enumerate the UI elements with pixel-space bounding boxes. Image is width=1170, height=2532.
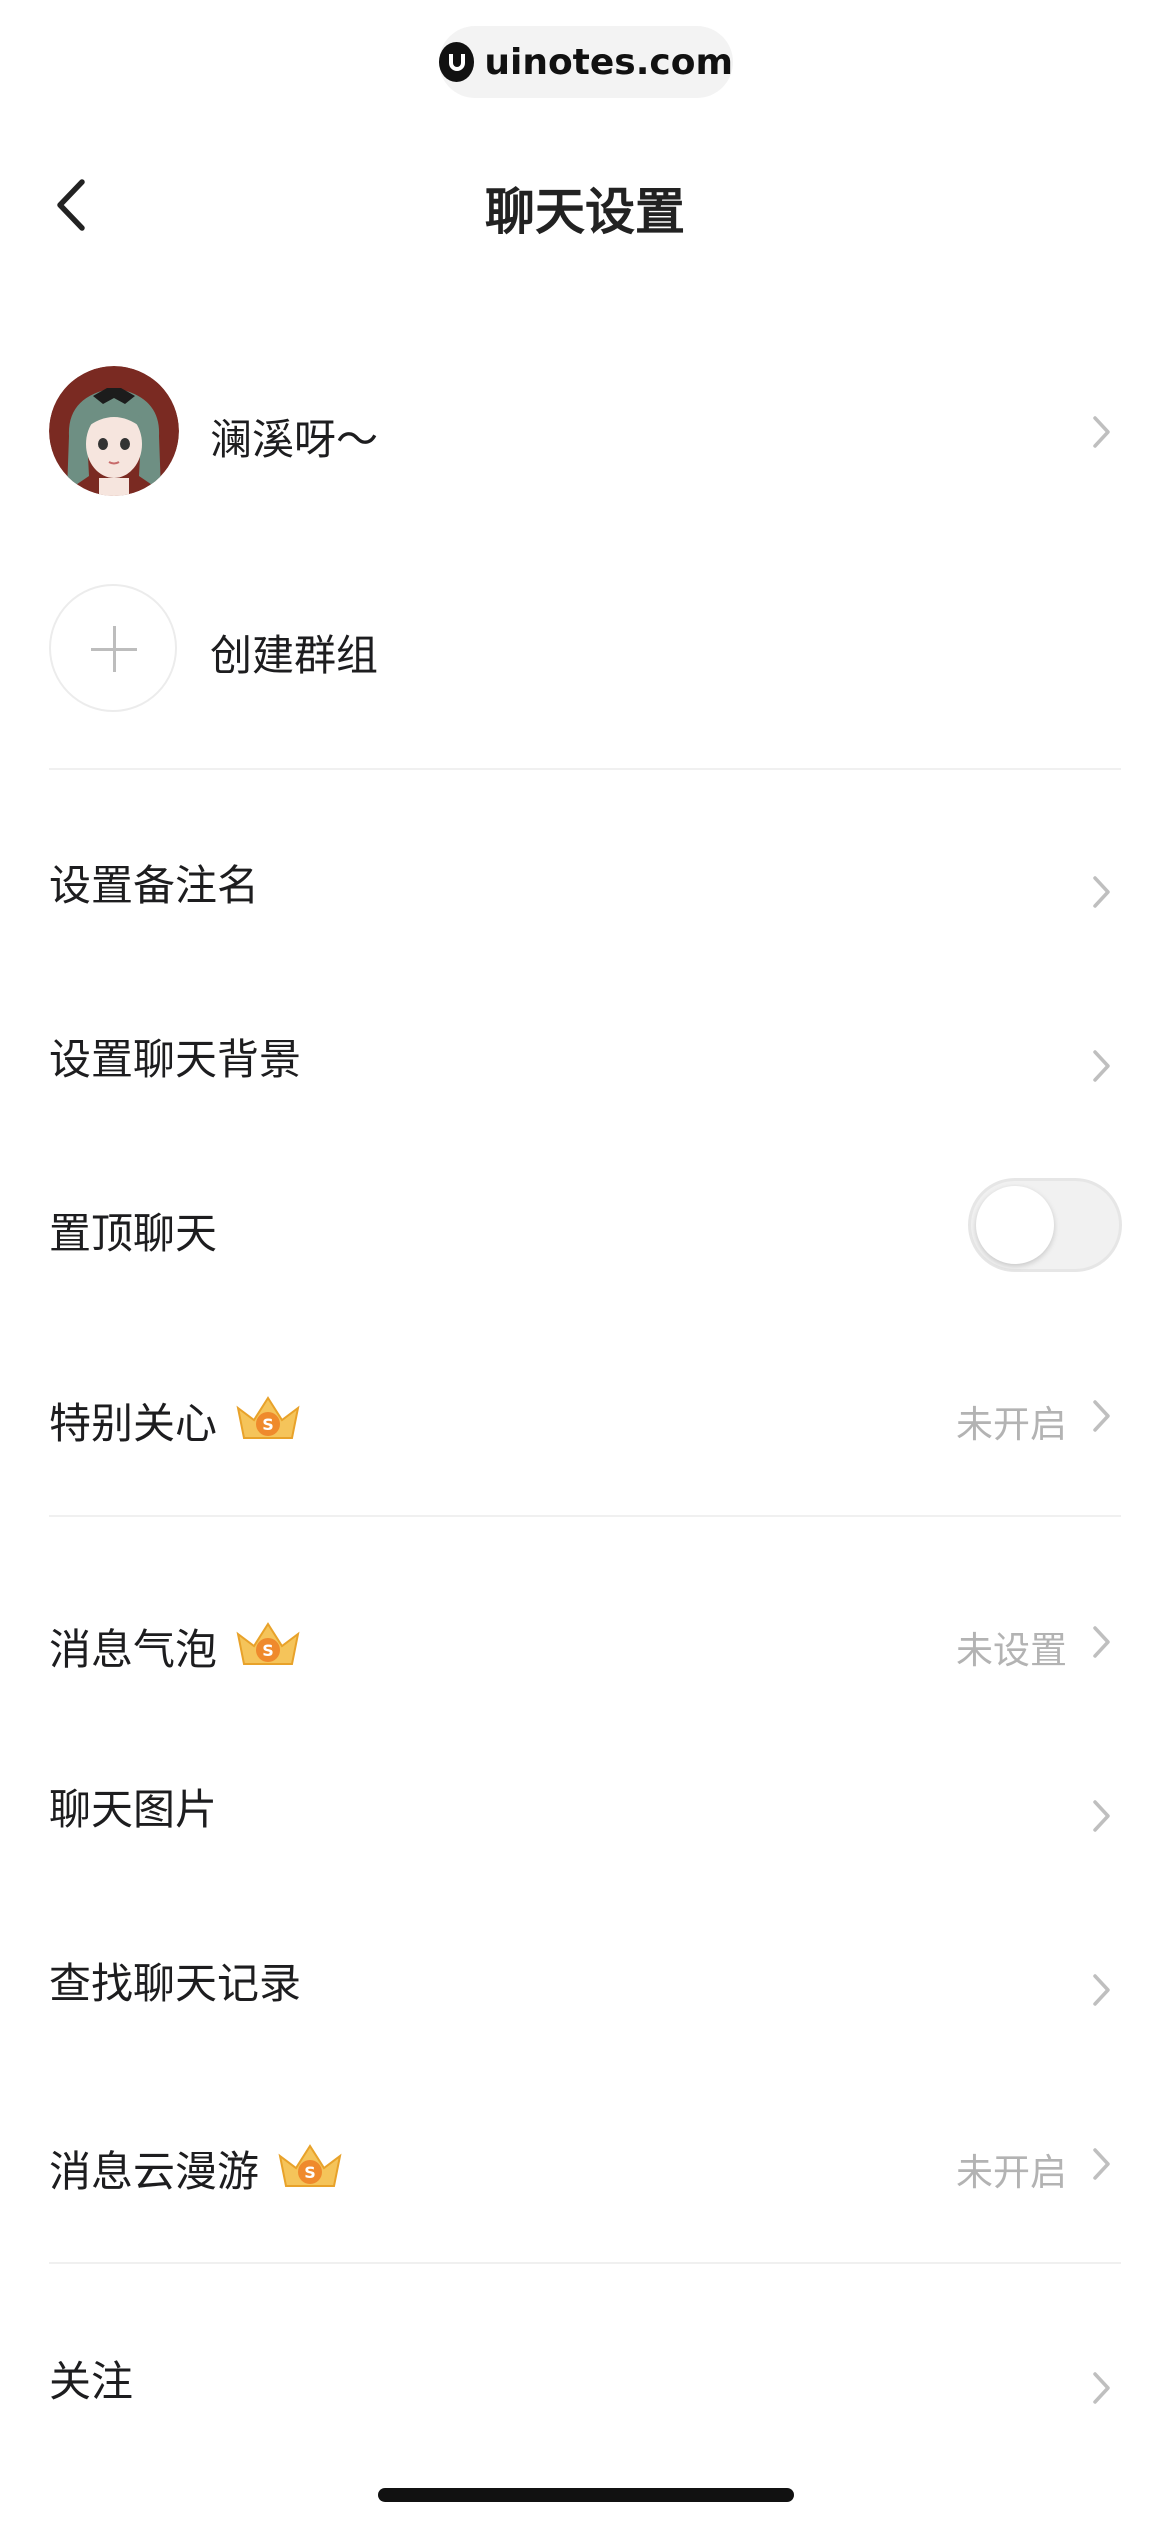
plus-icon	[49, 584, 177, 712]
avatar[interactable]	[49, 366, 179, 496]
svg-text:S: S	[262, 1415, 274, 1434]
remark-label: 设置备注名	[49, 861, 260, 910]
search-history-label: 查找聊天记录	[49, 1959, 302, 2008]
special-care-label: 特别关心	[49, 1399, 218, 1448]
home-indicator	[378, 2488, 794, 2502]
profile-name: 澜溪呀～	[210, 415, 379, 464]
uinotes-logo-icon	[439, 42, 475, 82]
cloud-roaming-status: 未开启	[956, 2151, 1067, 2194]
toggle-knob	[976, 1186, 1054, 1264]
svg-text:S: S	[262, 1641, 274, 1660]
vip-crown-icon: S	[278, 2144, 342, 2187]
chevron-right-icon	[1093, 1974, 1110, 2006]
message-bubble-label: 消息气泡	[49, 1625, 218, 1674]
pin-chat-label: 置顶聊天	[49, 1209, 218, 1258]
divider	[49, 768, 1121, 770]
chat-images-label: 聊天图片	[49, 1785, 218, 1834]
chevron-right-icon	[1093, 416, 1110, 448]
divider	[49, 1515, 1121, 1517]
vip-crown-icon: S	[236, 1622, 300, 1665]
message-bubble-status: 未设置	[956, 1629, 1067, 1672]
svg-text:S: S	[304, 2163, 316, 2182]
follow-label: 关注	[49, 2357, 134, 2406]
chevron-right-icon	[1093, 1800, 1110, 1832]
page-title: 聊天设置	[485, 183, 685, 241]
chevron-right-icon	[1093, 1050, 1110, 1082]
chevron-right-icon	[1093, 2372, 1110, 2404]
special-care-status: 未开启	[956, 1403, 1067, 1446]
chevron-right-icon	[1093, 876, 1110, 908]
chevron-right-icon	[1093, 2148, 1110, 2180]
chevron-right-icon	[1093, 1626, 1110, 1658]
create-group-label: 创建群组	[210, 631, 379, 680]
divider	[49, 2262, 1121, 2264]
pin-chat-toggle[interactable]	[968, 1178, 1122, 1272]
watermark-text: uinotes.com	[484, 41, 733, 83]
chat-background-label: 设置聊天背景	[49, 1035, 302, 1084]
watermark-badge: uinotes.com	[439, 26, 733, 98]
chevron-right-icon	[1093, 1400, 1110, 1432]
cloud-roaming-label: 消息云漫游	[49, 2147, 260, 2196]
vip-crown-icon: S	[236, 1396, 300, 1439]
